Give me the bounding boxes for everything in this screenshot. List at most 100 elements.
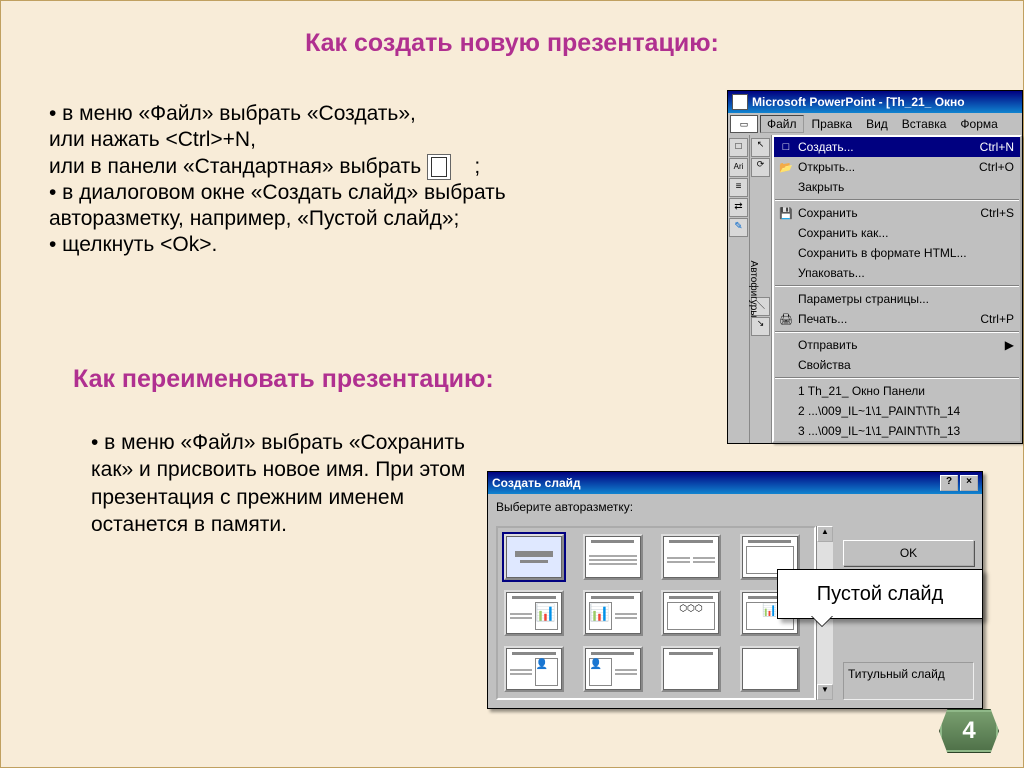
file-menu: □Создать...Ctrl+N📂Открыть...Ctrl+OЗакрыт… xyxy=(772,135,1022,443)
menubar-edit[interactable]: Правка xyxy=(806,116,859,132)
menu-item-icon xyxy=(778,383,794,399)
pp-titlebar: ▣ Microsoft PowerPoint - [Th_21_ Окно xyxy=(728,91,1022,113)
layout-grid: 📊 📊 ⬡⬡⬡ 📊 👤 👤 xyxy=(496,526,816,700)
menu-item[interactable]: Параметры страницы... xyxy=(774,289,1020,309)
menu-item-icon xyxy=(778,265,794,281)
menu-item-icon xyxy=(778,337,794,353)
menu-item[interactable]: □ Создать...Ctrl+N xyxy=(774,137,1020,157)
menu-item[interactable]: 2 ...\009_IL~1\1_PAINT\Th_14 xyxy=(774,401,1020,421)
menu-item[interactable]: Отправить▶ xyxy=(774,335,1020,355)
layout-text-chart[interactable]: 📊 xyxy=(504,590,564,636)
menu-item-icon xyxy=(778,423,794,439)
layout-description: Титульный слайд xyxy=(843,662,974,700)
menu-separator xyxy=(775,331,1019,333)
instr-line: • в меню «Файл» выбрать «Создать», xyxy=(49,101,519,127)
tb-rotate-icon[interactable]: ⟳ xyxy=(751,158,770,177)
layout-blank[interactable] xyxy=(740,646,800,692)
menu-item-label: Сохранить в формате HTML... xyxy=(798,246,968,260)
menu-item[interactable]: Свойства xyxy=(774,355,1020,375)
menu-item[interactable]: 1 Th_21_ Окно Панели xyxy=(774,381,1020,401)
dialog-label: Выберите авторазметку: xyxy=(488,494,982,514)
menubar-format[interactable]: Форма xyxy=(954,116,1003,132)
menu-item-icon xyxy=(778,225,794,241)
blank-slide-callout: Пустой слайд xyxy=(777,569,983,619)
menu-item-shortcut: Ctrl+S xyxy=(968,206,1014,220)
dialog-titlebar: Создать слайд ? × xyxy=(488,472,982,494)
menubar-view[interactable]: Вид xyxy=(860,116,894,132)
menu-item-shortcut: ▶ xyxy=(968,338,1014,352)
powerpoint-window: ▣ Microsoft PowerPoint - [Th_21_ Окно ▭ … xyxy=(727,90,1023,444)
app-icon: ▣ xyxy=(732,94,748,110)
instr-line: или нажать <Ctrl>+N, xyxy=(49,127,519,153)
layout-title-only[interactable] xyxy=(661,646,721,692)
layout-title-slide[interactable] xyxy=(504,534,564,580)
layout-text-clip[interactable]: 👤 xyxy=(504,646,564,692)
menu-item[interactable]: Сохранить как... xyxy=(774,223,1020,243)
pp-menubar: ▭ Файл Правка Вид Вставка Форма xyxy=(728,113,1022,135)
menu-item-label: Сохранить как... xyxy=(798,226,968,240)
instr-line: или в панели «Стандартная» выбрать ; xyxy=(49,154,519,180)
menu-item-label: Параметры страницы... xyxy=(798,292,968,306)
menu-item[interactable]: 💾СохранитьCtrl+S xyxy=(774,203,1020,223)
menu-item-label: 1 Th_21_ Окно Панели xyxy=(798,384,968,398)
menu-item[interactable]: 3 ...\009_IL~1\1_PAINT\Th_13 xyxy=(774,421,1020,441)
page-number: 4 xyxy=(939,709,999,753)
menu-item[interactable]: Закрыть xyxy=(774,177,1020,197)
menu-item-icon xyxy=(778,179,794,195)
layout-chart-text[interactable]: 📊 xyxy=(583,590,643,636)
menubar-file[interactable]: Файл xyxy=(760,115,804,133)
layout-org-chart[interactable]: ⬡⬡⬡ xyxy=(661,590,721,636)
tb-paint-icon[interactable]: ✎ xyxy=(729,218,748,237)
close-button[interactable]: × xyxy=(960,475,978,491)
menu-item-icon: 🖨 xyxy=(778,311,794,327)
tb-icon[interactable]: ≡ xyxy=(729,178,748,197)
scroll-up-button[interactable]: ▲ xyxy=(817,526,833,542)
menu-item[interactable]: Сохранить в формате HTML... xyxy=(774,243,1020,263)
layout-two-col[interactable] xyxy=(661,534,721,580)
menu-item-icon xyxy=(778,357,794,373)
menu-item-icon: 💾 xyxy=(778,205,794,221)
tb-icon[interactable]: ⇄ xyxy=(729,198,748,217)
tb-new-icon[interactable]: □ xyxy=(729,138,748,157)
menu-item-label: Открыть... xyxy=(798,160,968,174)
menu-item-label: Создать... xyxy=(798,140,968,154)
menu-item-label: Закрыть xyxy=(798,180,968,194)
toolbar-left: □ Ari ≡ ⇄ ✎ xyxy=(728,135,750,443)
instr-line: • щелкнуть <Ok>. xyxy=(49,232,519,258)
menubar-insert[interactable]: Вставка xyxy=(896,116,953,132)
subtitle-rename: Как переименовать презентацию: xyxy=(73,365,494,394)
scroll-down-button[interactable]: ▼ xyxy=(817,684,833,700)
autoshapes-label: Автофигуры xyxy=(748,261,759,318)
layout-clip-text[interactable]: 👤 xyxy=(583,646,643,692)
menu-separator xyxy=(775,199,1019,201)
menu-item-label: Отправить xyxy=(798,338,968,352)
menu-item-label: 3 ...\009_IL~1\1_PAINT\Th_13 xyxy=(798,424,968,438)
menu-item-icon xyxy=(778,403,794,419)
menu-item-icon: □ xyxy=(778,139,794,155)
menu-item-icon: 📂 xyxy=(778,159,794,175)
menu-item-label: 2 ...\009_IL~1\1_PAINT\Th_14 xyxy=(798,404,968,418)
new-file-icon xyxy=(427,154,451,180)
toolbar-autoshapes: ↖ ⟳ Автофигуры ＼ ↘ xyxy=(750,135,772,443)
menu-item-shortcut: Ctrl+P xyxy=(968,312,1014,326)
font-box[interactable]: Ari xyxy=(729,158,748,177)
menu-item[interactable]: 📂Открыть...Ctrl+O xyxy=(774,157,1020,177)
help-button[interactable]: ? xyxy=(940,475,958,491)
menu-item[interactable]: 🖨Печать...Ctrl+P xyxy=(774,309,1020,329)
ok-button[interactable]: OK xyxy=(843,540,974,566)
menu-item-shortcut: Ctrl+N xyxy=(968,140,1014,154)
layout-bulleted[interactable] xyxy=(583,534,643,580)
menu-item-label: Свойства xyxy=(798,358,968,372)
menu-item-icon xyxy=(778,245,794,261)
menu-separator xyxy=(775,377,1019,379)
instructions-create: • в меню «Файл» выбрать «Создать», или н… xyxy=(49,101,519,259)
instructions-rename: • в меню «Файл» выбрать «Сохранить как» … xyxy=(91,429,481,538)
menu-item[interactable]: Упаковать... xyxy=(774,263,1020,283)
instr-line: • в диалоговом окне «Создать слайд» выбр… xyxy=(49,180,519,233)
page-title: Как создать новую презентацию: xyxy=(1,29,1023,58)
doc-icon: ▭ xyxy=(730,115,758,133)
tb-icon[interactable]: ↘ xyxy=(751,317,770,336)
menu-item-icon xyxy=(778,291,794,307)
tb-arrow-icon[interactable]: ↖ xyxy=(751,138,770,157)
menu-item-label: Упаковать... xyxy=(798,266,968,280)
